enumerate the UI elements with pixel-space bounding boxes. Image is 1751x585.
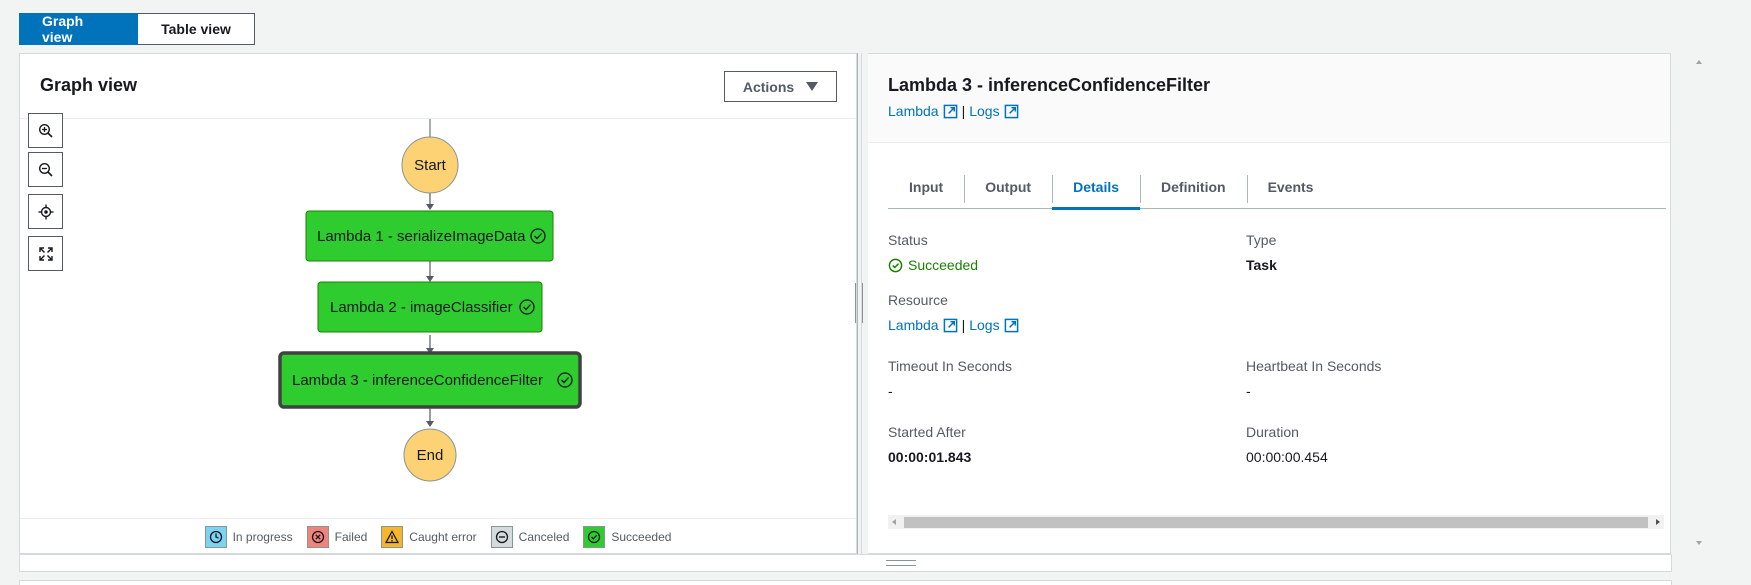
external-link-icon [1004,104,1018,118]
started-after-label: Started After [888,424,966,440]
heartbeat-value: - [1246,383,1251,399]
canceled-icon [490,525,513,548]
tab-input[interactable]: Input [888,165,964,208]
details-panel-header: Lambda 3 - inferenceConfidenceFilter Lam… [868,54,1670,143]
timeout-label: Timeout In Seconds [888,358,1012,374]
status-value: Succeeded [888,257,1268,273]
state-graph: Start Lambda 1 - serializeImageData Lamb… [278,119,582,482]
legend-canceled: Canceled [490,525,570,548]
resource-field: Resource Lambda | Logs [888,292,1268,333]
tab-details[interactable]: Details [1052,165,1140,210]
external-link-icon [1004,318,1018,332]
status-field: Status Succeeded [888,232,1268,273]
external-link-icon [943,104,957,118]
status-legend: In progress Failed Caught error Canceled… [20,518,856,554]
graph-panel: Graph view Actions Start Lambda 1 - seri… [19,53,857,554]
type-value: Task [1246,257,1277,273]
legend-caught-error-label: Caught error [409,529,477,544]
scroll-down-icon[interactable] [1694,538,1704,548]
success-check-icon [888,258,903,272]
warning-icon [381,525,404,548]
end-node[interactable]: End [403,428,457,482]
legend-in-progress: In progress [204,525,293,548]
resource-logs-label: Logs [969,317,1000,333]
link-separator: | [961,103,966,119]
horizontal-scrollbar[interactable] [888,515,1664,529]
resource-label: Resource [888,292,948,308]
resource-lambda-label: Lambda [888,317,939,333]
tab-definition[interactable]: Definition [1140,165,1247,208]
actions-button[interactable]: Actions [724,71,837,102]
type-label: Type [1246,232,1277,248]
graph-panel-title: Graph view [40,75,138,95]
lambda-3-node[interactable]: Lambda 3 - inferenceConfidenceFilter [278,351,582,409]
success-icon [583,525,606,548]
error-icon [306,525,329,548]
legend-failed-label: Failed [334,529,368,544]
external-link-icon [943,318,957,332]
status-value-text: Succeeded [908,257,979,273]
resource-logs-link[interactable]: Logs [969,317,1018,333]
lambda-3-label: Lambda 3 - inferenceConfidenceFilter [292,372,543,389]
end-node-label: End [417,447,444,464]
splitter-grip-icon[interactable] [855,283,863,323]
scroll-left-icon[interactable] [892,519,896,525]
table-view-button[interactable]: Table view [138,13,255,45]
details-panel-title: Lambda 3 - inferenceConfidenceFilter [888,75,1211,95]
lambda-2-label: Lambda 2 - imageClassifier [330,299,513,316]
lambda-2-node[interactable]: Lambda 2 - imageClassifier [317,281,543,333]
heartbeat-field: Heartbeat In Seconds - [1246,358,1626,399]
clock-icon [204,525,227,548]
start-node-label: Start [414,157,447,174]
resource-lambda-link[interactable]: Lambda [888,317,958,333]
details-tabs: Input Output Details Definition Events [888,165,1666,210]
bottom-panel-edge [19,580,1672,585]
legend-succeeded-label: Succeeded [611,529,672,544]
bottom-resize-bar[interactable] [19,554,1672,572]
started-after-value: 00:00:01.843 [888,449,972,465]
duration-label: Duration [1246,424,1299,440]
scroll-up-icon[interactable] [1694,57,1704,67]
started-after-field: Started After 00:00:01.843 [888,424,1268,465]
type-field: Type Task [1246,232,1626,273]
logs-link-label: Logs [969,103,1000,119]
timeout-field: Timeout In Seconds - [888,358,1268,399]
graph-view-button[interactable]: Graph view [19,13,138,45]
link-separator: | [961,317,966,333]
resize-grip-icon[interactable] [886,560,916,566]
legend-failed: Failed [306,525,368,548]
legend-canceled-label: Canceled [518,529,570,544]
logs-link[interactable]: Logs [969,103,1018,119]
scrollbar-thumb[interactable] [904,517,1648,528]
lambda-1-node[interactable]: Lambda 1 - serializeImageData [305,210,554,262]
view-toggle: Graph view Table view [19,13,255,45]
legend-succeeded: Succeeded [583,525,672,548]
header-links: Lambda | Logs [888,103,1019,119]
actions-label: Actions [742,78,795,95]
resource-links: Lambda | Logs [888,317,1268,333]
tab-output[interactable]: Output [964,165,1052,208]
status-label: Status [888,232,928,248]
panel-splitter[interactable] [852,53,868,554]
timeout-value: - [888,383,893,399]
heartbeat-label: Heartbeat In Seconds [1246,358,1382,374]
duration-field: Duration 00:00:00.454 [1246,424,1626,465]
scroll-right-icon[interactable] [1656,519,1660,525]
lambda-link-label: Lambda [888,103,939,119]
caret-down-icon [806,82,819,91]
duration-value: 00:00:00.454 [1246,449,1328,465]
lambda-link[interactable]: Lambda [888,103,958,119]
details-panel: Lambda 3 - inferenceConfidenceFilter Lam… [868,53,1671,554]
lambda-1-label: Lambda 1 - serializeImageData [317,228,526,245]
start-node[interactable]: Start [401,136,459,194]
legend-caught-error: Caught error [381,525,477,548]
tab-events[interactable]: Events [1246,165,1335,208]
graph-panel-header: Graph view Actions [20,54,856,119]
legend-in-progress-label: In progress [232,529,293,544]
